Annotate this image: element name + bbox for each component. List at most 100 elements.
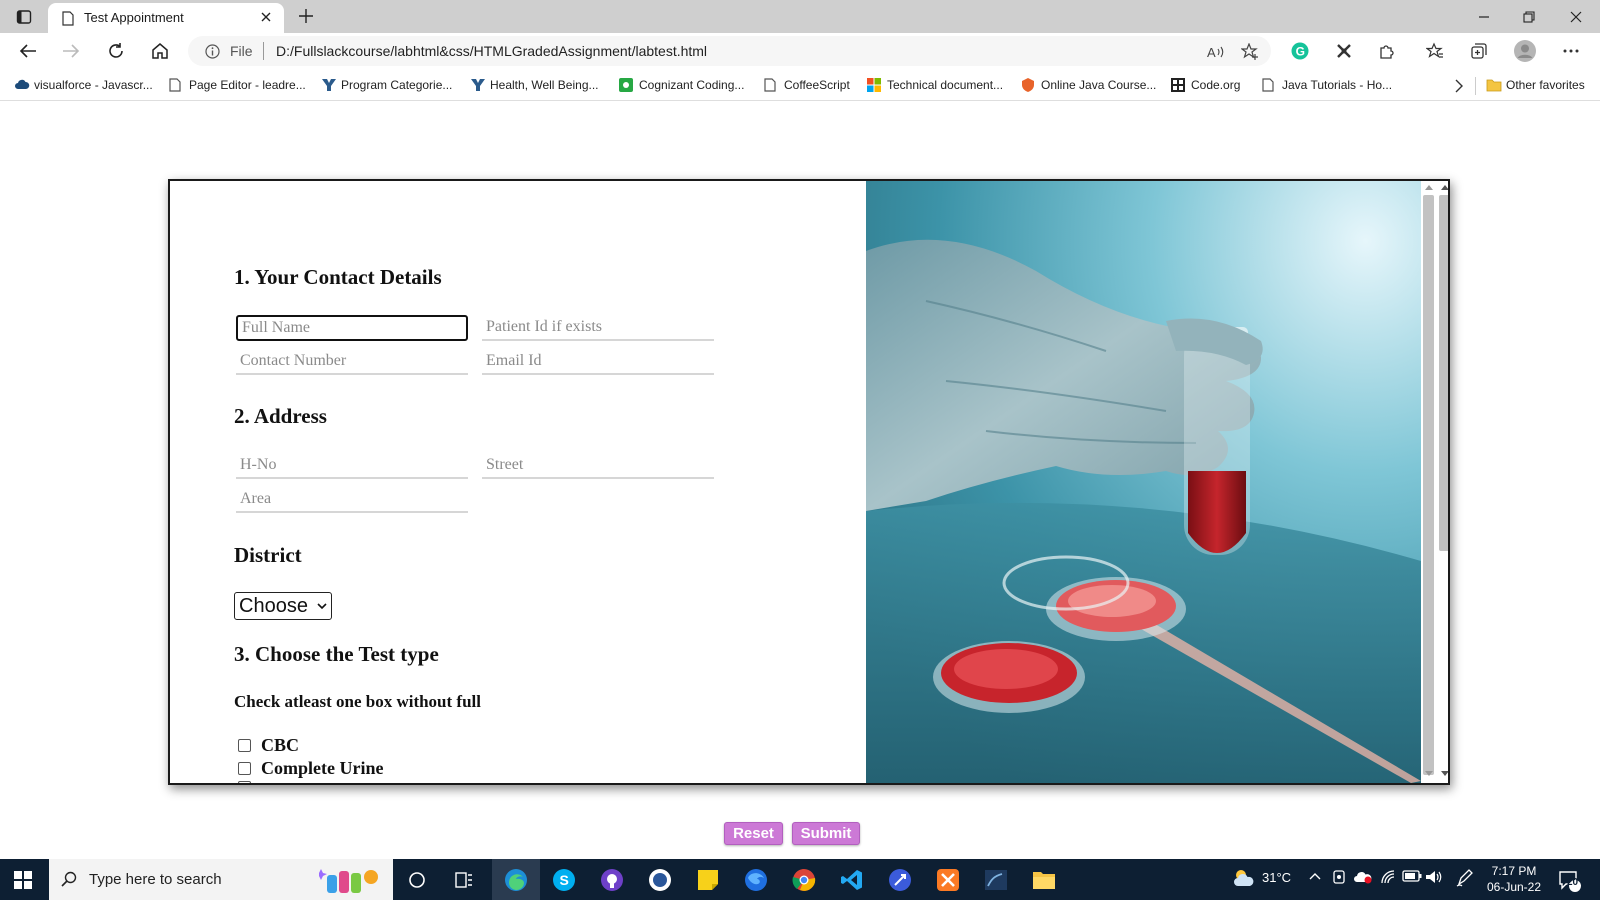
tab-actions-icon[interactable] xyxy=(14,7,34,27)
test-option-cbc[interactable]: CBC xyxy=(238,735,299,756)
chevron-right-icon[interactable] xyxy=(1454,77,1464,95)
mysql-workbench-icon[interactable] xyxy=(983,867,1009,893)
developer-tool-icon[interactable] xyxy=(887,867,913,893)
skype-icon[interactable]: S xyxy=(551,867,577,893)
test-option-complete-urine[interactable]: Complete Urine xyxy=(238,758,383,779)
scrollbar-thumb[interactable] xyxy=(1439,195,1448,551)
extensions-puzzle-icon[interactable] xyxy=(1377,41,1397,61)
bookmark-code-org[interactable]: Code.org xyxy=(1171,76,1240,94)
url-separator xyxy=(263,42,264,60)
system-clock[interactable]: 7:17 PM 06-Jun-22 xyxy=(1484,863,1544,895)
bookmark-online-java[interactable]: Online Java Course... xyxy=(1021,76,1156,94)
xampp-icon[interactable] xyxy=(935,867,961,893)
bookmarks-bar: visualforce - Javascr... Page Editor - l… xyxy=(0,69,1600,101)
profile-avatar-icon[interactable] xyxy=(1513,39,1537,63)
form-panel[interactable]: 1. Your Contact Details 2. Address Distr… xyxy=(170,181,866,783)
task-view-circle-icon[interactable] xyxy=(404,867,430,893)
bookmark-visualforce[interactable]: visualforce - Javascr... xyxy=(14,76,153,94)
sticky-notes-icon[interactable] xyxy=(695,867,721,893)
refresh-icon[interactable] xyxy=(105,40,127,62)
chevron-down-icon xyxy=(317,601,327,611)
bookmark-cognizant[interactable]: Cognizant Coding... xyxy=(619,76,744,94)
vscode-icon[interactable] xyxy=(839,867,865,893)
folder-icon xyxy=(1486,78,1502,92)
close-window-icon[interactable] xyxy=(1565,6,1587,28)
firefox-icon[interactable] xyxy=(743,867,769,893)
scroll-down-arrow-icon[interactable] xyxy=(1440,769,1448,777)
chrome-icon[interactable] xyxy=(791,867,817,893)
extension-tools-icon[interactable] xyxy=(1334,41,1354,61)
test-type-heading: 3. Choose the Test type xyxy=(234,642,439,666)
scroll-up-arrow-icon[interactable] xyxy=(1424,183,1434,191)
windows-start-icon[interactable] xyxy=(13,870,33,890)
forward-arrow-icon[interactable] xyxy=(60,40,82,62)
bookmark-label: Program Categorie... xyxy=(341,78,453,92)
tab-test-appointment[interactable]: Test Appointment xyxy=(48,3,284,33)
home-icon[interactable] xyxy=(149,40,171,62)
hno-input[interactable] xyxy=(236,453,468,479)
checkbox[interactable] xyxy=(238,781,251,783)
checkbox[interactable] xyxy=(238,739,251,752)
favorites-icon[interactable] xyxy=(1425,41,1445,61)
email-input[interactable] xyxy=(482,349,714,375)
edge-browser-icon[interactable] xyxy=(503,867,529,893)
test-option-partial[interactable] xyxy=(238,781,251,783)
scroll-up-arrow-icon[interactable] xyxy=(1440,183,1448,191)
checkbox[interactable] xyxy=(238,762,251,775)
more-options-icon[interactable] xyxy=(1561,41,1581,61)
chevron-up-icon[interactable] xyxy=(1309,872,1321,880)
new-tab-plus-icon[interactable] xyxy=(295,5,317,27)
bookmark-java-tutorials[interactable]: Java Tutorials - Ho... xyxy=(1262,76,1392,94)
address-bar[interactable]: File D:/Fullslackcourse/labhtml&css/HTML… xyxy=(188,36,1271,66)
full-name-input[interactable] xyxy=(236,315,468,341)
area-input[interactable] xyxy=(236,487,468,513)
bookmark-label: Java Tutorials - Ho... xyxy=(1282,78,1393,92)
taskbar-search-box[interactable]: Type here to search xyxy=(49,859,393,900)
scroll-down-arrow-icon[interactable] xyxy=(1424,769,1434,777)
district-heading: District xyxy=(234,543,302,567)
bookmark-page-editor[interactable]: Page Editor - leadre... xyxy=(169,76,306,94)
widgets-icon[interactable] xyxy=(451,867,477,893)
svg-text:G: G xyxy=(1296,45,1305,59)
read-aloud-icon[interactable]: A xyxy=(1206,42,1226,62)
github-icon[interactable] xyxy=(599,867,625,893)
restore-icon[interactable] xyxy=(1518,6,1540,28)
weather-temperature[interactable]: 31°C xyxy=(1262,870,1291,885)
add-favorite-star-icon[interactable] xyxy=(1240,42,1260,62)
back-arrow-icon[interactable] xyxy=(17,40,39,62)
district-select[interactable]: Choose xyxy=(234,592,332,620)
bookmark-program-categories[interactable]: Program Categorie... xyxy=(321,76,452,94)
contact-details-heading: 1. Your Contact Details xyxy=(234,265,442,289)
windows-taskbar: Type here to search S 31°C 7:17 PM 06-Ju… xyxy=(0,859,1600,900)
page-scrollbar[interactable] xyxy=(1421,181,1448,783)
navigation-bar: File D:/Fullslackcourse/labhtml&css/HTML… xyxy=(0,33,1600,69)
volume-icon[interactable] xyxy=(1425,869,1443,885)
collections-icon[interactable] xyxy=(1469,41,1489,61)
street-input[interactable] xyxy=(482,453,714,479)
clock-time: 7:17 PM xyxy=(1491,864,1537,878)
bookmark-technical-docs[interactable]: Technical document... xyxy=(867,76,1003,94)
grammarly-icon[interactable]: G xyxy=(1290,41,1310,61)
pen-ink-icon[interactable] xyxy=(1456,869,1474,887)
reset-button[interactable]: Reset xyxy=(724,822,783,845)
other-favorites[interactable]: Other favorites xyxy=(1486,76,1585,94)
patient-id-input[interactable] xyxy=(482,315,714,341)
bookmark-health[interactable]: Health, Well Being... xyxy=(470,76,599,94)
onedrive-icon[interactable] xyxy=(1353,869,1373,885)
battery-icon[interactable] xyxy=(1402,870,1422,882)
meet-now-icon[interactable] xyxy=(1331,869,1347,887)
bookmark-coffeescript[interactable]: CoffeeScript xyxy=(764,76,850,94)
info-icon[interactable] xyxy=(204,43,220,59)
close-tab-icon[interactable] xyxy=(258,9,274,25)
test-option-label: Complete Urine xyxy=(261,758,384,778)
contact-number-input[interactable] xyxy=(236,349,468,375)
url-text[interactable]: D:/Fullslackcourse/labhtml&css/HTMLGrade… xyxy=(276,43,707,59)
microsoft-icon xyxy=(867,78,881,92)
word-app-icon[interactable] xyxy=(647,867,673,893)
wifi-icon[interactable] xyxy=(1380,869,1398,885)
submit-button[interactable]: Submit xyxy=(792,822,860,845)
weather-cloud-icon[interactable] xyxy=(1232,868,1256,888)
minimize-icon[interactable] xyxy=(1473,6,1495,28)
file-explorer-icon[interactable] xyxy=(1031,867,1057,893)
clock-date: 06-Jun-22 xyxy=(1486,880,1542,894)
